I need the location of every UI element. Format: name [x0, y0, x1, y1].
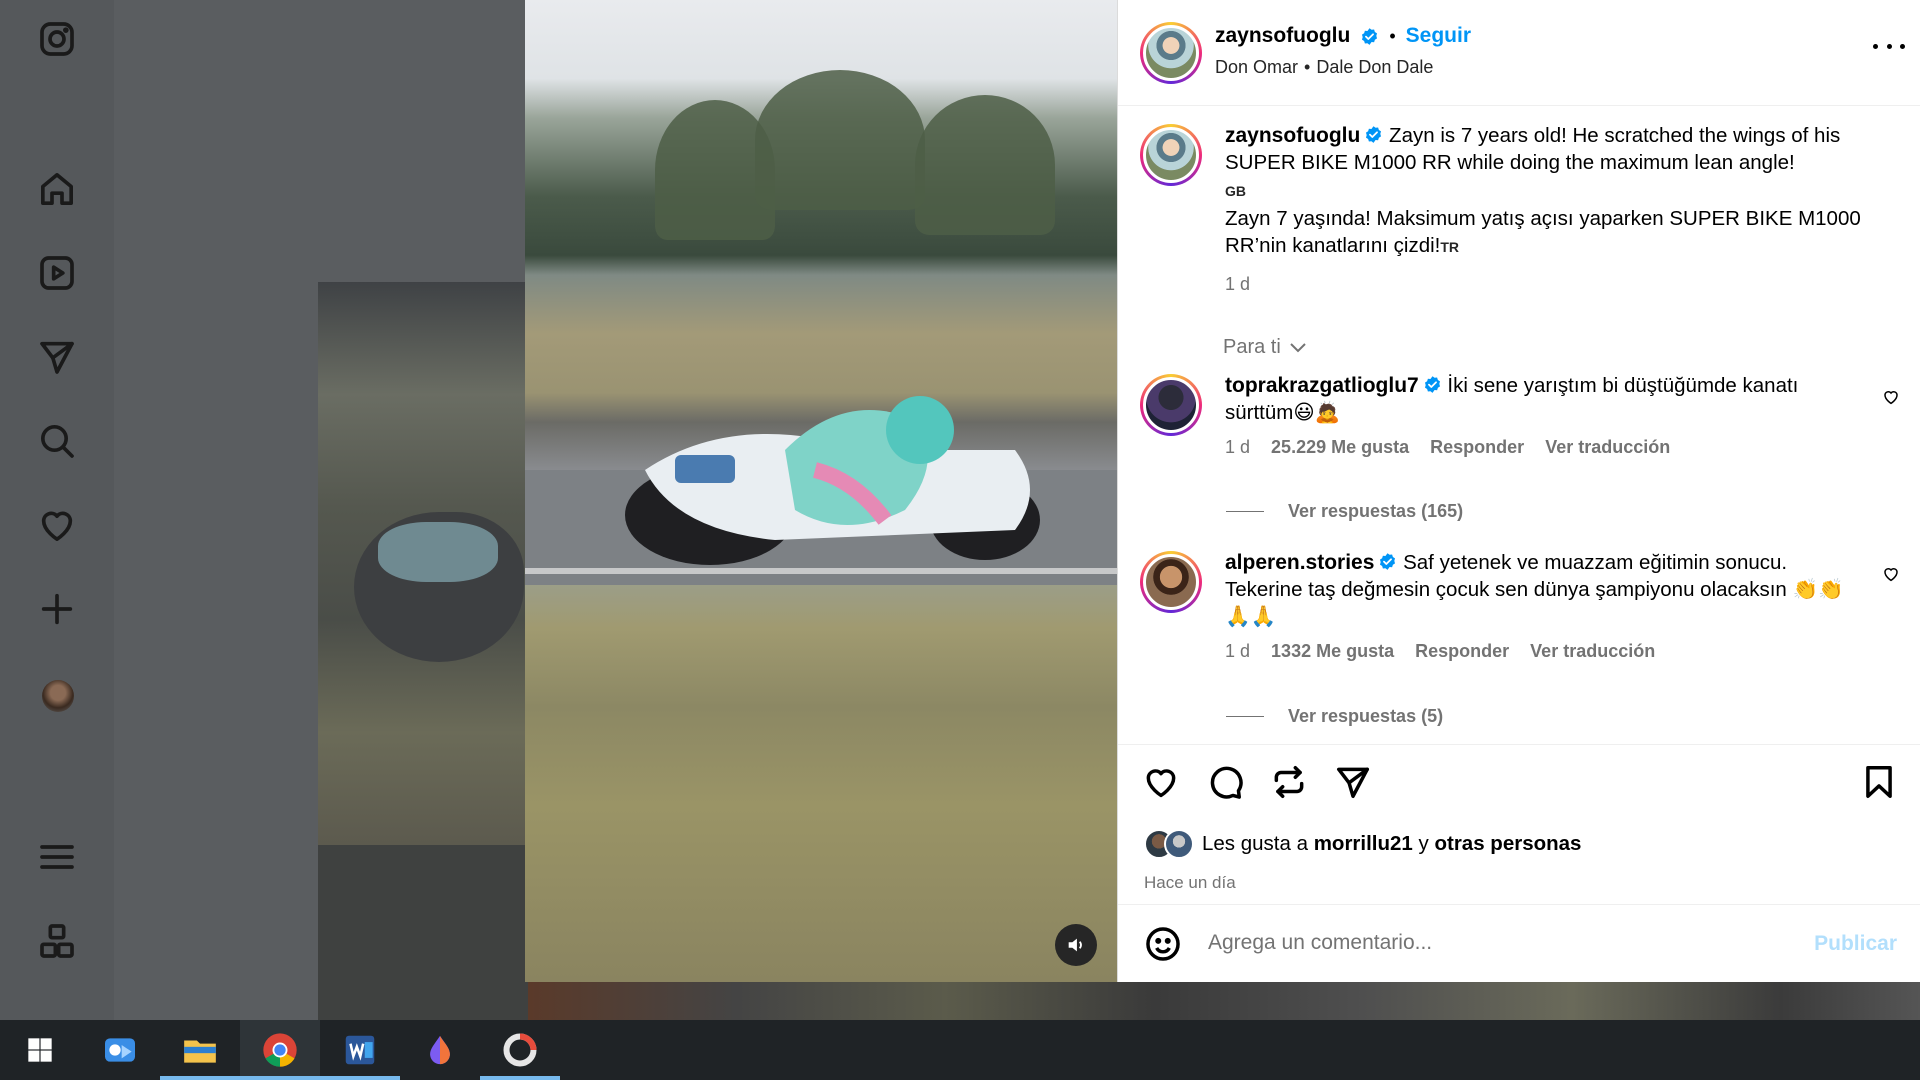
- caption-username[interactable]: zaynsofuoglu: [1225, 124, 1360, 147]
- sort-label: Para ti: [1223, 336, 1281, 358]
- lang-tag-tr: TR: [1440, 239, 1460, 255]
- drop-app-icon[interactable]: [400, 1020, 480, 1080]
- verified-badge-icon: [1424, 376, 1440, 393]
- author-username[interactable]: zaynsofuoglu: [1215, 24, 1350, 48]
- instagram-icon[interactable]: [36, 18, 78, 60]
- reels-icon[interactable]: [36, 252, 78, 294]
- more-options-button[interactable]: [1873, 36, 1905, 56]
- save-bookmark-icon[interactable]: [1860, 763, 1902, 805]
- post-actions-bar: Les gusta a morrillu21 y otras personas …: [1118, 744, 1920, 904]
- like-heart-icon[interactable]: [1142, 763, 1184, 805]
- mute-toggle-button[interactable]: [1055, 924, 1097, 966]
- commenter-username[interactable]: alperen.stories: [1225, 551, 1374, 574]
- post-header: zaynsofuoglu • Seguir Don Omar • Dale Do…: [1118, 0, 1920, 106]
- caption-time[interactable]: 1 d: [1225, 274, 1250, 294]
- comment-time[interactable]: 1 d: [1225, 641, 1250, 661]
- background-dark-area: [318, 845, 528, 1020]
- audio-separator: •: [1304, 57, 1311, 77]
- home-icon[interactable]: [36, 168, 78, 210]
- direct-icon[interactable]: [36, 336, 78, 378]
- comment-sort-dropdown[interactable]: Para ti: [1223, 336, 1307, 359]
- heart-icon[interactable]: [36, 504, 78, 546]
- publish-button[interactable]: Publicar: [1814, 932, 1897, 956]
- translate-button[interactable]: Ver traducción: [1530, 641, 1655, 661]
- post-caption: zaynsofuoglu Zayn is 7 years old! He scr…: [1140, 124, 1900, 294]
- comment-input[interactable]: [1208, 923, 1768, 963]
- chevron-down-icon: [1290, 342, 1306, 352]
- profile-avatar[interactable]: [42, 680, 74, 712]
- comment-item: toprakrazgatlioglu7 İki sene yarıştım bi…: [1140, 374, 1900, 494]
- audio-track: Dale Don Dale: [1316, 57, 1434, 77]
- comment-item: alperen.stories Saf yetenek ve muazzam e…: [1140, 551, 1900, 691]
- replies-divider-line: [1226, 511, 1264, 512]
- post-details-panel: zaynsofuoglu • Seguir Don Omar • Dale Do…: [1117, 0, 1920, 982]
- verified-badge-icon: [1366, 126, 1382, 143]
- windows-taskbar: [0, 1020, 1920, 1080]
- running-indicator: [160, 1076, 240, 1080]
- author-avatar[interactable]: [1140, 22, 1202, 84]
- tree-shape: [915, 95, 1055, 235]
- create-icon[interactable]: [36, 588, 78, 630]
- view-replies-button[interactable]: Ver respuestas (5): [1226, 706, 1443, 727]
- comment-likes-count[interactable]: 25.229 Me gusta: [1271, 437, 1409, 457]
- reply-button[interactable]: Responder: [1415, 641, 1509, 661]
- view-replies-label: Ver respuestas (5): [1288, 706, 1444, 726]
- comment-like-heart-icon[interactable]: [1882, 565, 1900, 583]
- translate-button[interactable]: Ver traducción: [1545, 437, 1670, 457]
- reply-button[interactable]: Responder: [1430, 437, 1524, 457]
- liked-by-user[interactable]: morrillu21: [1314, 832, 1413, 856]
- comments-scroll-area[interactable]: zaynsofuoglu Zayn is 7 years old! He scr…: [1118, 106, 1920, 744]
- comment-icon[interactable]: [1206, 763, 1248, 805]
- running-indicator: [240, 1076, 320, 1080]
- liked-by: Les gusta a morrillu21 y otras personas: [1144, 829, 1581, 859]
- instagram-sidebar: [0, 0, 114, 1020]
- emoji-icon[interactable]: [1144, 925, 1184, 965]
- word-icon[interactable]: [320, 1020, 400, 1080]
- search-icon[interactable]: [36, 420, 78, 462]
- replies-divider-line: [1226, 716, 1264, 717]
- tree-shape: [755, 70, 925, 210]
- background-video-thumbnail: [318, 282, 528, 845]
- audio-artist: Don Omar: [1215, 57, 1299, 77]
- share-icon[interactable]: [1334, 763, 1376, 805]
- menu-icon[interactable]: [36, 836, 78, 878]
- lang-tag-gb: GB: [1225, 183, 1246, 199]
- running-indicator: [480, 1076, 560, 1080]
- caption-author-avatar[interactable]: [1140, 124, 1202, 186]
- liker-avatar[interactable]: [1164, 829, 1194, 859]
- caption-text-tr: Zayn 7 yaşında! Maksimum yatış açısı yap…: [1225, 207, 1861, 257]
- verified-badge-icon: [1362, 27, 1378, 45]
- commenter-username[interactable]: toprakrazgatlioglu7: [1225, 374, 1419, 397]
- view-replies-button[interactable]: Ver respuestas (165): [1226, 501, 1463, 522]
- chrome-icon[interactable]: [240, 1020, 320, 1080]
- running-indicator: [320, 1076, 400, 1080]
- bg-rider-shape: [378, 522, 498, 582]
- liked-by-conj: y: [1418, 832, 1429, 855]
- speaker-icon: [1068, 938, 1082, 952]
- repost-icon[interactable]: [1270, 763, 1312, 805]
- comment-time[interactable]: 1 d: [1225, 437, 1250, 457]
- verified-badge-icon: [1380, 553, 1396, 570]
- liked-by-prefix: Les gusta a: [1202, 832, 1308, 855]
- follow-button[interactable]: Seguir: [1406, 24, 1471, 48]
- comment-like-heart-icon[interactable]: [1882, 388, 1900, 406]
- rider-on-bike: [625, 396, 1040, 565]
- liked-by-others[interactable]: otras personas: [1434, 832, 1581, 856]
- audio-info[interactable]: Don Omar • Dale Don Dale: [1215, 57, 1433, 78]
- dot-separator: •: [1389, 25, 1396, 46]
- file-explorer-icon[interactable]: [160, 1020, 240, 1080]
- circle-app-icon[interactable]: [480, 1020, 560, 1080]
- start-icon[interactable]: [0, 1020, 80, 1080]
- comment-composer: Publicar: [1118, 904, 1920, 982]
- commenter-avatar[interactable]: [1140, 551, 1202, 613]
- comment-likes-count[interactable]: 1332 Me gusta: [1271, 641, 1394, 661]
- outlook-icon[interactable]: [80, 1020, 160, 1080]
- post-video[interactable]: [525, 0, 1117, 982]
- apps-icon[interactable]: [36, 920, 78, 962]
- background-thumbnail-strip: [528, 982, 1920, 1020]
- post-time-ago[interactable]: Hace un día: [1144, 873, 1236, 893]
- view-replies-label: Ver respuestas (165): [1288, 501, 1464, 521]
- commenter-avatar[interactable]: [1140, 374, 1202, 436]
